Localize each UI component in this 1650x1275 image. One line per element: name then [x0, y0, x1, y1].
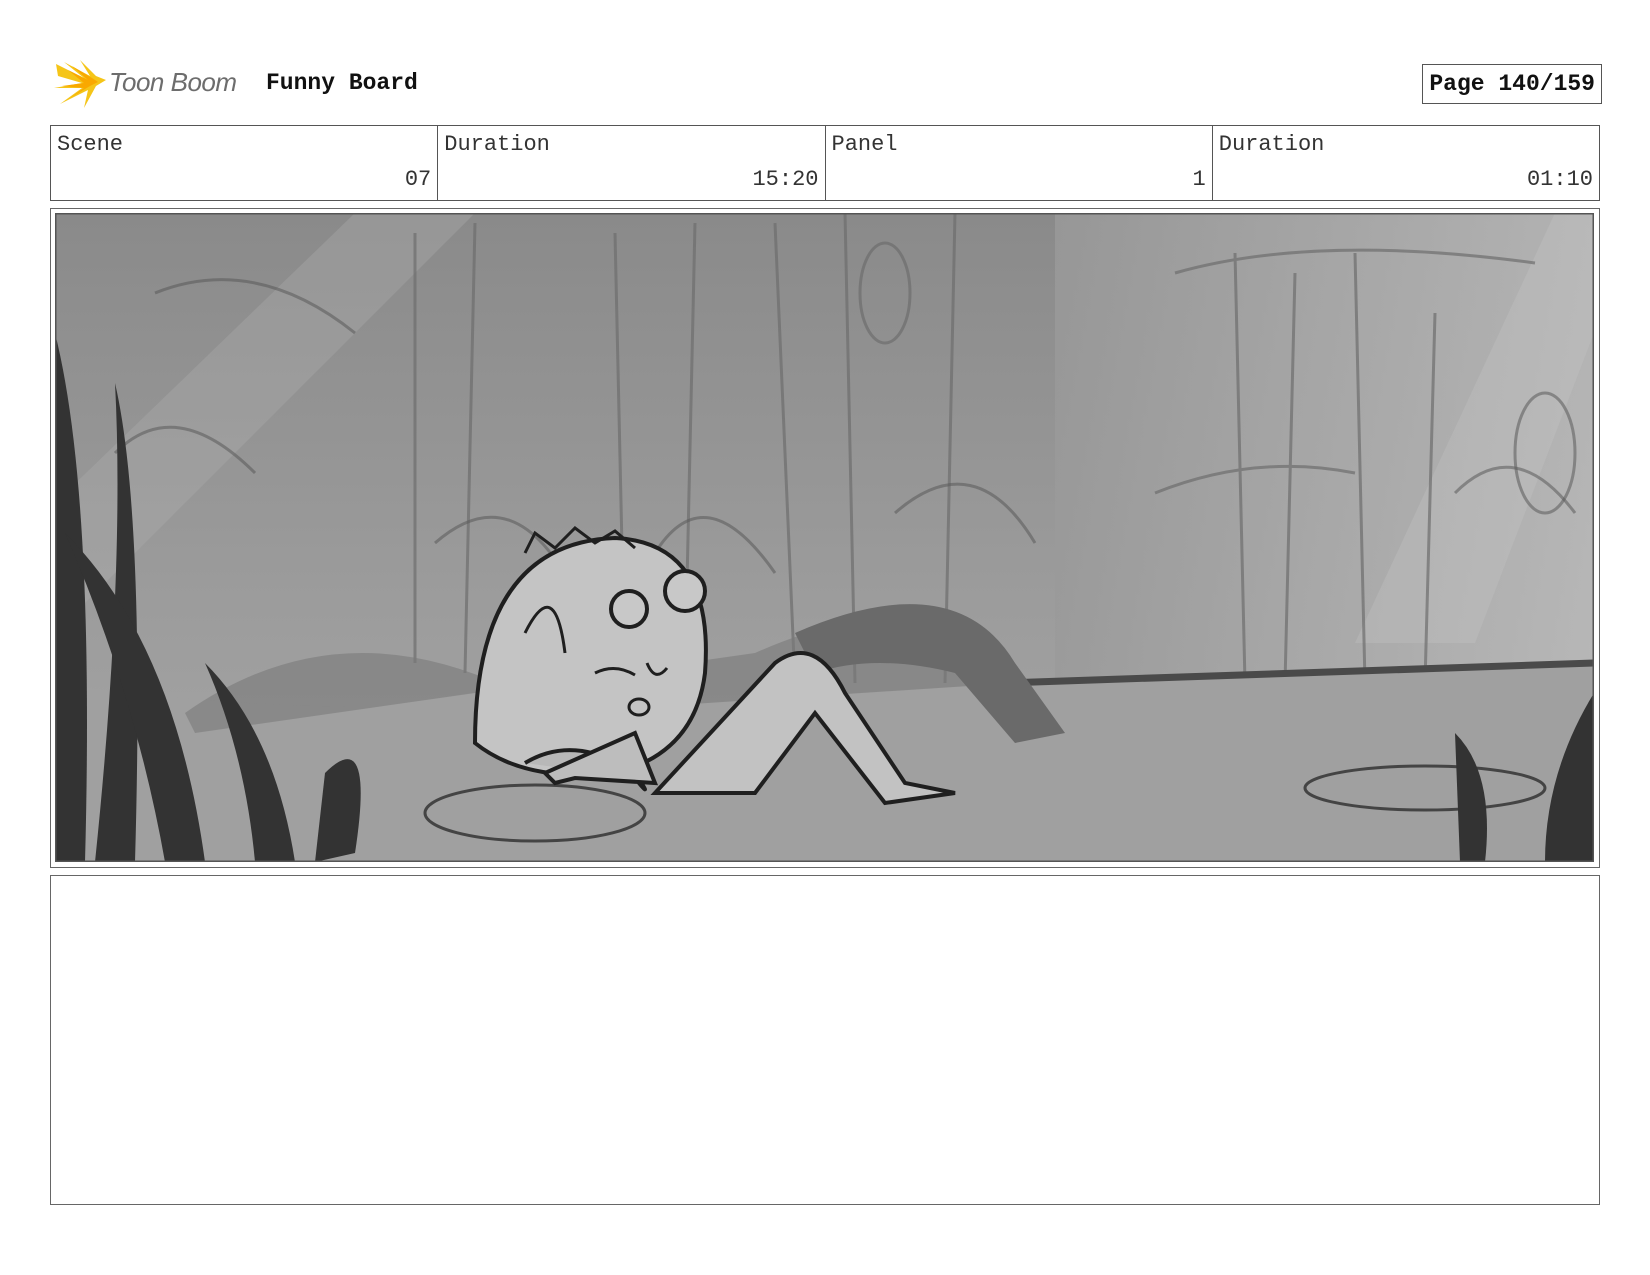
panel-sketch-image — [55, 213, 1594, 862]
board-title: Funny Board — [266, 70, 418, 96]
scene-cell: Scene 07 — [51, 126, 439, 200]
panel-label: Panel — [831, 132, 898, 157]
scene-duration-cell: Duration 15:20 — [438, 126, 826, 200]
panel-duration-value: 01:10 — [1526, 167, 1593, 192]
storyboard-panel — [50, 208, 1600, 868]
panel-info-row: Scene 07 Duration 15:20 Panel 1 Duration… — [50, 125, 1600, 201]
scene-value: 07 — [404, 167, 432, 192]
scene-duration-value: 15:20 — [752, 167, 819, 192]
page-indicator: Page 140/159 — [1422, 64, 1602, 104]
panel-cell: Panel 1 — [826, 126, 1213, 200]
panel-value: 1 — [1192, 167, 1206, 192]
starburst-icon — [54, 60, 106, 108]
panel-duration-cell: Duration 01:10 — [1213, 126, 1599, 200]
panel-notes-area — [50, 875, 1600, 1205]
scene-label: Scene — [57, 132, 124, 157]
logo-text: Toon Boom — [109, 67, 237, 97]
scene-duration-label: Duration — [444, 132, 550, 157]
page-header: Toon Boom Funny Board Page 140/159 — [50, 56, 1602, 112]
panel-duration-label: Duration — [1218, 132, 1325, 157]
toon-boom-logo: Toon Boom — [54, 58, 264, 110]
